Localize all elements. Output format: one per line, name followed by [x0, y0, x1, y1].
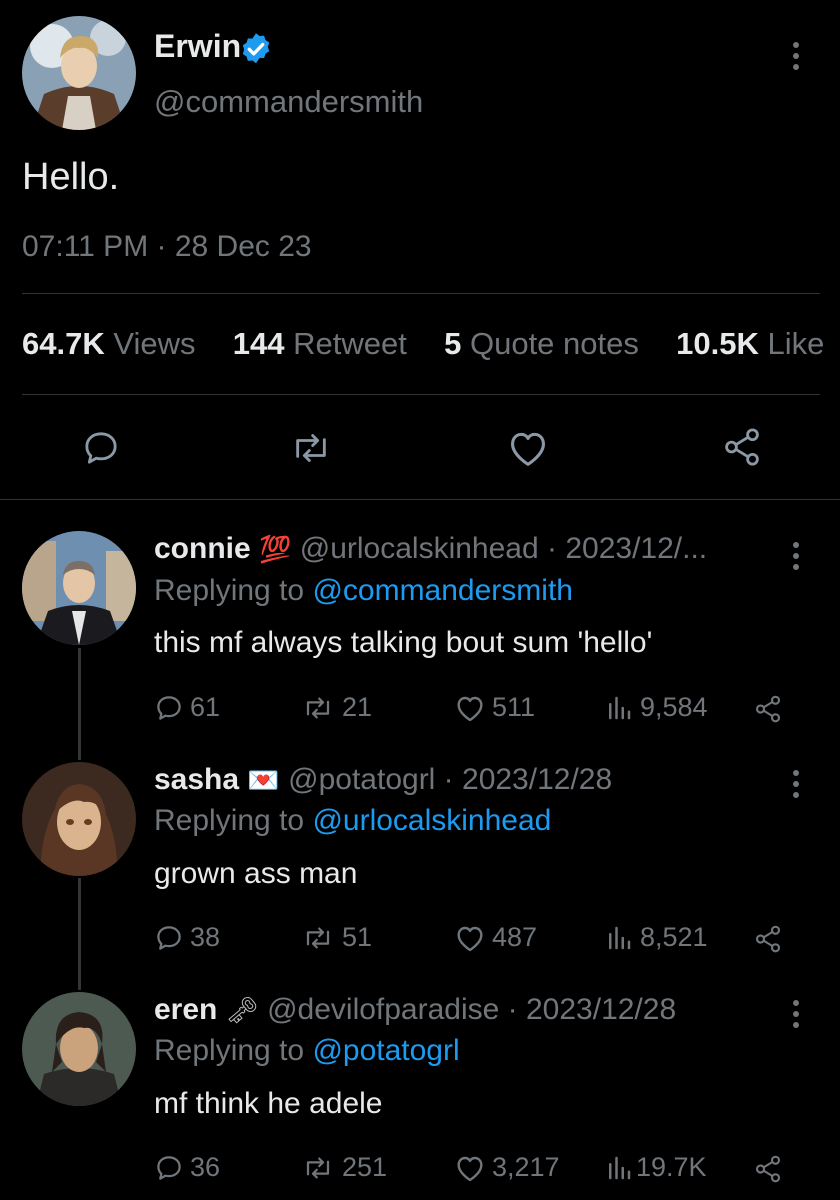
like-count: 10.5K [676, 326, 759, 361]
thread-line [78, 648, 81, 760]
reply-count: 61 [190, 692, 221, 722]
views-action[interactable]: 9,584 [604, 692, 708, 723]
views-count: 9,584 [640, 692, 708, 722]
reply-author-emoji: 🗝 [225, 995, 259, 1025]
reply-action[interactable]: 61 [154, 692, 220, 723]
retweet-icon [300, 693, 336, 723]
views-chart-icon [604, 693, 634, 723]
reply-count: 38 [190, 922, 221, 952]
replying-to-handle[interactable]: @urlocalskinhead [312, 804, 551, 837]
retweet-action[interactable]: 21 [300, 692, 372, 723]
retweet-count: 144 [232, 326, 285, 361]
reply-action[interactable]: 38 [154, 922, 220, 953]
tweet-text: Hello. [22, 156, 120, 198]
replying-to-prefix: Replying to [154, 804, 305, 837]
reply-action[interactable]: 36 [154, 1152, 220, 1183]
reply-icon[interactable] [80, 428, 122, 468]
reply-author-emoji: 💯 [259, 534, 292, 564]
reply-count: 36 [190, 1152, 221, 1182]
replying-to-handle[interactable]: @commandersmith [312, 574, 573, 607]
views-action[interactable]: 8,521 [604, 922, 708, 953]
quote-label: Quote notes [469, 326, 639, 361]
like-action[interactable]: 487 [454, 922, 537, 953]
author-handle[interactable]: @commandersmith [154, 84, 423, 120]
author-name[interactable]: Erwin [154, 28, 241, 65]
replying-to-prefix: Replying to [154, 574, 305, 607]
divider-bottom [0, 499, 840, 500]
replying-to-prefix: Replying to [154, 1034, 305, 1067]
like-count: 487 [492, 922, 538, 952]
reply-author-emoji: 💌 [247, 765, 280, 795]
reply-icon [154, 693, 184, 723]
replying-to: Replying to @commandersmith [154, 574, 573, 608]
share-icon[interactable] [752, 924, 784, 954]
reply-text: this mf always talking bout sum 'hello' [154, 626, 653, 659]
reply-handle-date[interactable]: @urlocalskinhead · 2023/12/... [300, 532, 707, 565]
quote-count: 5 [444, 326, 462, 361]
more-options-icon[interactable] [791, 770, 801, 798]
like-icon [454, 923, 486, 953]
reply-handle-date[interactable]: @devilofparadise · 2023/12/28 [267, 993, 676, 1026]
reply-author-name[interactable]: connie [154, 532, 251, 565]
share-icon[interactable] [720, 426, 764, 468]
more-options-icon[interactable] [791, 1000, 801, 1028]
retweet-stat[interactable]: 144 Retweet [233, 326, 416, 361]
replying-to-handle[interactable]: @potatogrl [312, 1034, 459, 1067]
retweet-icon [300, 1153, 336, 1183]
like-icon [454, 1153, 486, 1183]
reply-avatar[interactable] [22, 531, 136, 645]
like-action[interactable]: 3,217 [454, 1152, 560, 1183]
like-count: 3,217 [492, 1152, 560, 1182]
views-count: 64.7K [22, 326, 105, 361]
replying-to: Replying to @urlocalskinhead [154, 804, 551, 838]
reply-avatar[interactable] [22, 992, 136, 1106]
reply-author-name[interactable]: eren [154, 993, 217, 1026]
reply-header: sasha 💌 @potatogrl · 2023/12/28 [154, 763, 612, 797]
retweet-action[interactable]: 251 [300, 1152, 387, 1183]
reply-icon [154, 1153, 184, 1183]
retweet-count: 251 [342, 1152, 388, 1182]
retweet-count: 21 [342, 692, 373, 722]
reply-avatar[interactable] [22, 762, 136, 876]
like-stat[interactable]: 10.5K Like [676, 326, 824, 361]
share-icon[interactable] [752, 694, 784, 724]
tweet-stats: 64.7K Views 144 Retweet 5 Quote notes 10… [22, 326, 840, 362]
retweet-action[interactable]: 51 [300, 922, 372, 953]
retweet-icon[interactable] [288, 428, 334, 468]
reply-handle-date[interactable]: @potatogrl · 2023/12/28 [288, 763, 612, 796]
more-options-icon[interactable] [791, 42, 801, 70]
reply-header: connie 💯 @urlocalskinhead · 2023/12/... [154, 532, 707, 566]
share-icon[interactable] [752, 1154, 784, 1184]
views-stat[interactable]: 64.7K Views [22, 326, 204, 361]
divider-top [22, 293, 820, 294]
tweet-timestamp[interactable]: 07:11 PM · 28 Dec 23 [22, 230, 312, 264]
views-chart-icon [604, 1153, 634, 1183]
author-avatar[interactable] [22, 16, 136, 130]
views-action[interactable]: 19.7K [604, 1152, 707, 1183]
more-options-icon[interactable] [791, 542, 801, 570]
retweet-label: Retweet [293, 326, 407, 361]
views-count: 19.7K [636, 1152, 707, 1182]
reply-text: mf think he adele [154, 1087, 383, 1120]
views-chart-icon [604, 923, 634, 953]
reply-text: grown ass man [154, 857, 358, 890]
divider-middle [22, 394, 820, 395]
reply-icon [154, 923, 184, 953]
reply-author-name[interactable]: sasha [154, 763, 239, 796]
like-icon[interactable] [506, 428, 550, 468]
like-action[interactable]: 511 [454, 692, 535, 723]
quote-stat[interactable]: 5 Quote notes [444, 326, 647, 361]
replying-to: Replying to @potatogrl [154, 1034, 460, 1068]
verified-badge-icon [238, 31, 274, 67]
reply-header: eren 🗝 @devilofparadise · 2023/12/28 [154, 993, 676, 1027]
like-icon [454, 693, 486, 723]
like-label: Like [767, 326, 825, 361]
retweet-icon [300, 923, 336, 953]
views-label: Views [113, 326, 196, 361]
retweet-count: 51 [342, 922, 373, 952]
thread-line [78, 878, 81, 990]
views-count: 8,521 [640, 922, 708, 952]
like-count: 511 [492, 692, 536, 722]
